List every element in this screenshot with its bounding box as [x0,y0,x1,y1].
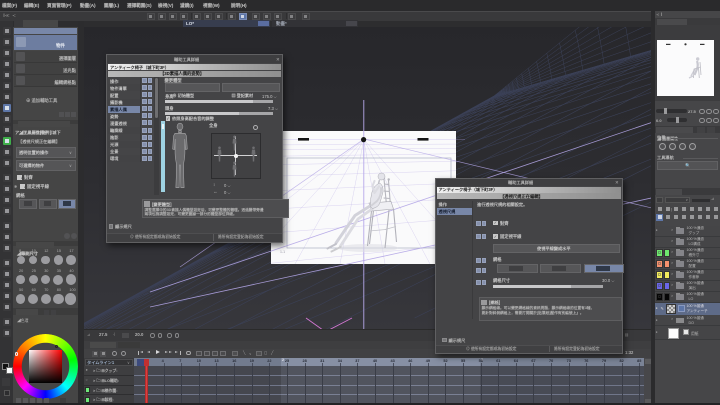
svg-text:1-1: 1-1 [280,250,285,254]
